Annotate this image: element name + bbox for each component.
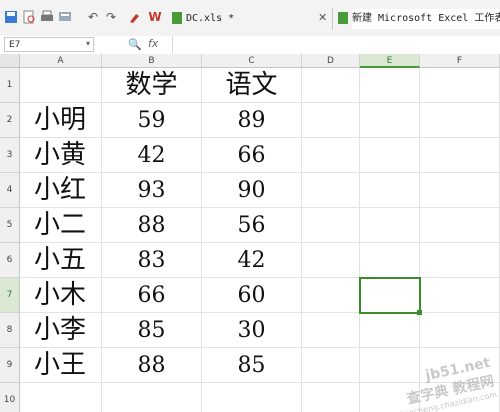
grid-cell[interactable] xyxy=(420,313,500,348)
cell-chinese[interactable]: 89 xyxy=(202,103,302,138)
row-header-8[interactable]: 8 xyxy=(0,313,20,348)
row-header-9[interactable]: 9 xyxy=(0,348,20,383)
select-all-corner[interactable] xyxy=(0,54,20,68)
cell-chinese[interactable]: 42 xyxy=(202,243,302,278)
cell-name[interactable]: 小红 xyxy=(20,173,102,208)
close-tab-icon[interactable]: ✕ xyxy=(318,11,327,24)
format-painter-icon[interactable] xyxy=(58,10,72,24)
wps-icon[interactable]: W xyxy=(148,10,162,24)
cell-chinese[interactable]: 85 xyxy=(202,348,302,383)
formula-bar: E7 ▾ 🔍 fx xyxy=(0,36,500,55)
grid-cell[interactable] xyxy=(360,173,420,208)
name-box[interactable]: E7 xyxy=(4,37,94,52)
cell-math[interactable]: 42 xyxy=(102,138,202,173)
chevron-down-icon[interactable]: ▾ xyxy=(86,39,90,48)
tab-dc-xls[interactable]: DC.xls * xyxy=(186,9,296,29)
row-header-5[interactable]: 5 xyxy=(0,208,20,243)
grid-cell[interactable] xyxy=(302,138,360,173)
column-header-d[interactable]: D xyxy=(302,54,360,68)
active-cell-e7[interactable] xyxy=(359,277,421,314)
redo-icon[interactable]: ↷ xyxy=(104,10,118,24)
cell-name[interactable]: 小木 xyxy=(20,278,102,313)
row-header-2[interactable]: 2 xyxy=(0,103,20,138)
column-header-c[interactable]: C xyxy=(202,54,302,68)
fill-handle[interactable] xyxy=(417,310,422,315)
grid-cell[interactable] xyxy=(420,243,500,278)
cell-name[interactable]: 小二 xyxy=(20,208,102,243)
grid-cell[interactable] xyxy=(420,208,500,243)
cell-math[interactable]: 88 xyxy=(102,208,202,243)
grid-cell[interactable] xyxy=(420,68,500,103)
grid-cell[interactable] xyxy=(360,208,420,243)
spreadsheet-grid: A B C D E F 1 2 3 4 5 6 7 8 9 10 数学 语文 小… xyxy=(0,54,500,412)
row-header-4[interactable]: 4 xyxy=(0,173,20,208)
grid-cell[interactable] xyxy=(360,313,420,348)
cell-math[interactable]: 66 xyxy=(102,278,202,313)
grid-cell[interactable] xyxy=(360,68,420,103)
grid-cell[interactable] xyxy=(20,383,102,412)
cell-math[interactable]: 88 xyxy=(102,348,202,383)
grid-cell[interactable] xyxy=(360,103,420,138)
cell-chinese[interactable]: 66 xyxy=(202,138,302,173)
cell-chinese[interactable]: 56 xyxy=(202,208,302,243)
undo-icon[interactable]: ↶ xyxy=(86,10,100,24)
row-header-3[interactable]: 3 xyxy=(0,138,20,173)
tab-divider xyxy=(332,8,333,30)
grid-cell[interactable] xyxy=(302,68,360,103)
grid-cell[interactable] xyxy=(302,243,360,278)
cell-chinese[interactable]: 30 xyxy=(202,313,302,348)
cell-math[interactable]: 59 xyxy=(102,103,202,138)
grid-cell[interactable] xyxy=(302,208,360,243)
cell-name[interactable]: 小五 xyxy=(20,243,102,278)
zoom-icon[interactable]: 🔍 xyxy=(128,38,142,51)
grid-cell[interactable] xyxy=(202,383,302,412)
grid-cell[interactable] xyxy=(302,278,360,313)
tab-new-excel-sheet[interactable]: 新建 Microsoft Excel 工作表.xl xyxy=(352,9,500,29)
row-header-10[interactable]: 10 xyxy=(0,383,20,412)
grid-cell[interactable] xyxy=(302,173,360,208)
column-header-f[interactable]: F xyxy=(420,54,500,68)
column-header-a[interactable]: A xyxy=(20,54,102,68)
save-icon[interactable] xyxy=(4,10,18,24)
grid-cell[interactable] xyxy=(302,348,360,383)
cell-name[interactable]: 小明 xyxy=(20,103,102,138)
print-preview-icon[interactable] xyxy=(22,10,36,24)
cell-math[interactable]: 93 xyxy=(102,173,202,208)
grid-cell[interactable] xyxy=(360,138,420,173)
row-header-6[interactable]: 6 xyxy=(0,243,20,278)
cell-math[interactable]: 85 xyxy=(102,313,202,348)
grid-cell[interactable] xyxy=(420,103,500,138)
xls-file-icon xyxy=(172,12,182,24)
cell-math[interactable]: 83 xyxy=(102,243,202,278)
column-header-e[interactable]: E xyxy=(360,54,420,68)
toolbar: ↶ ↷ W DC.xls * ✕ 新建 Microsoft Excel 工作表.… xyxy=(0,0,500,37)
print-icon[interactable] xyxy=(40,10,54,24)
cell-c1[interactable]: 语文 xyxy=(202,68,302,103)
grid-cell[interactable] xyxy=(420,138,500,173)
brush-icon[interactable] xyxy=(128,10,142,24)
column-header-b[interactable]: B xyxy=(102,54,202,68)
grid-cell[interactable] xyxy=(360,243,420,278)
row-header-7[interactable]: 7 xyxy=(0,278,20,313)
formula-input[interactable] xyxy=(172,36,500,53)
cell-b1[interactable]: 数学 xyxy=(102,68,202,103)
xls-file-icon xyxy=(338,12,348,24)
grid-cell[interactable] xyxy=(302,313,360,348)
cell-name[interactable]: 小黄 xyxy=(20,138,102,173)
cell-name[interactable]: 小王 xyxy=(20,348,102,383)
grid-cell[interactable] xyxy=(420,173,500,208)
fx-icon[interactable]: fx xyxy=(148,37,158,50)
grid-cell[interactable] xyxy=(302,103,360,138)
grid-cell[interactable] xyxy=(20,68,102,103)
cell-chinese[interactable]: 90 xyxy=(202,173,302,208)
row-header-1[interactable]: 1 xyxy=(0,68,20,103)
cell-name[interactable]: 小李 xyxy=(20,313,102,348)
grid-cell[interactable] xyxy=(420,278,500,313)
grid-cell[interactable] xyxy=(102,383,202,412)
cell-chinese[interactable]: 60 xyxy=(202,278,302,313)
